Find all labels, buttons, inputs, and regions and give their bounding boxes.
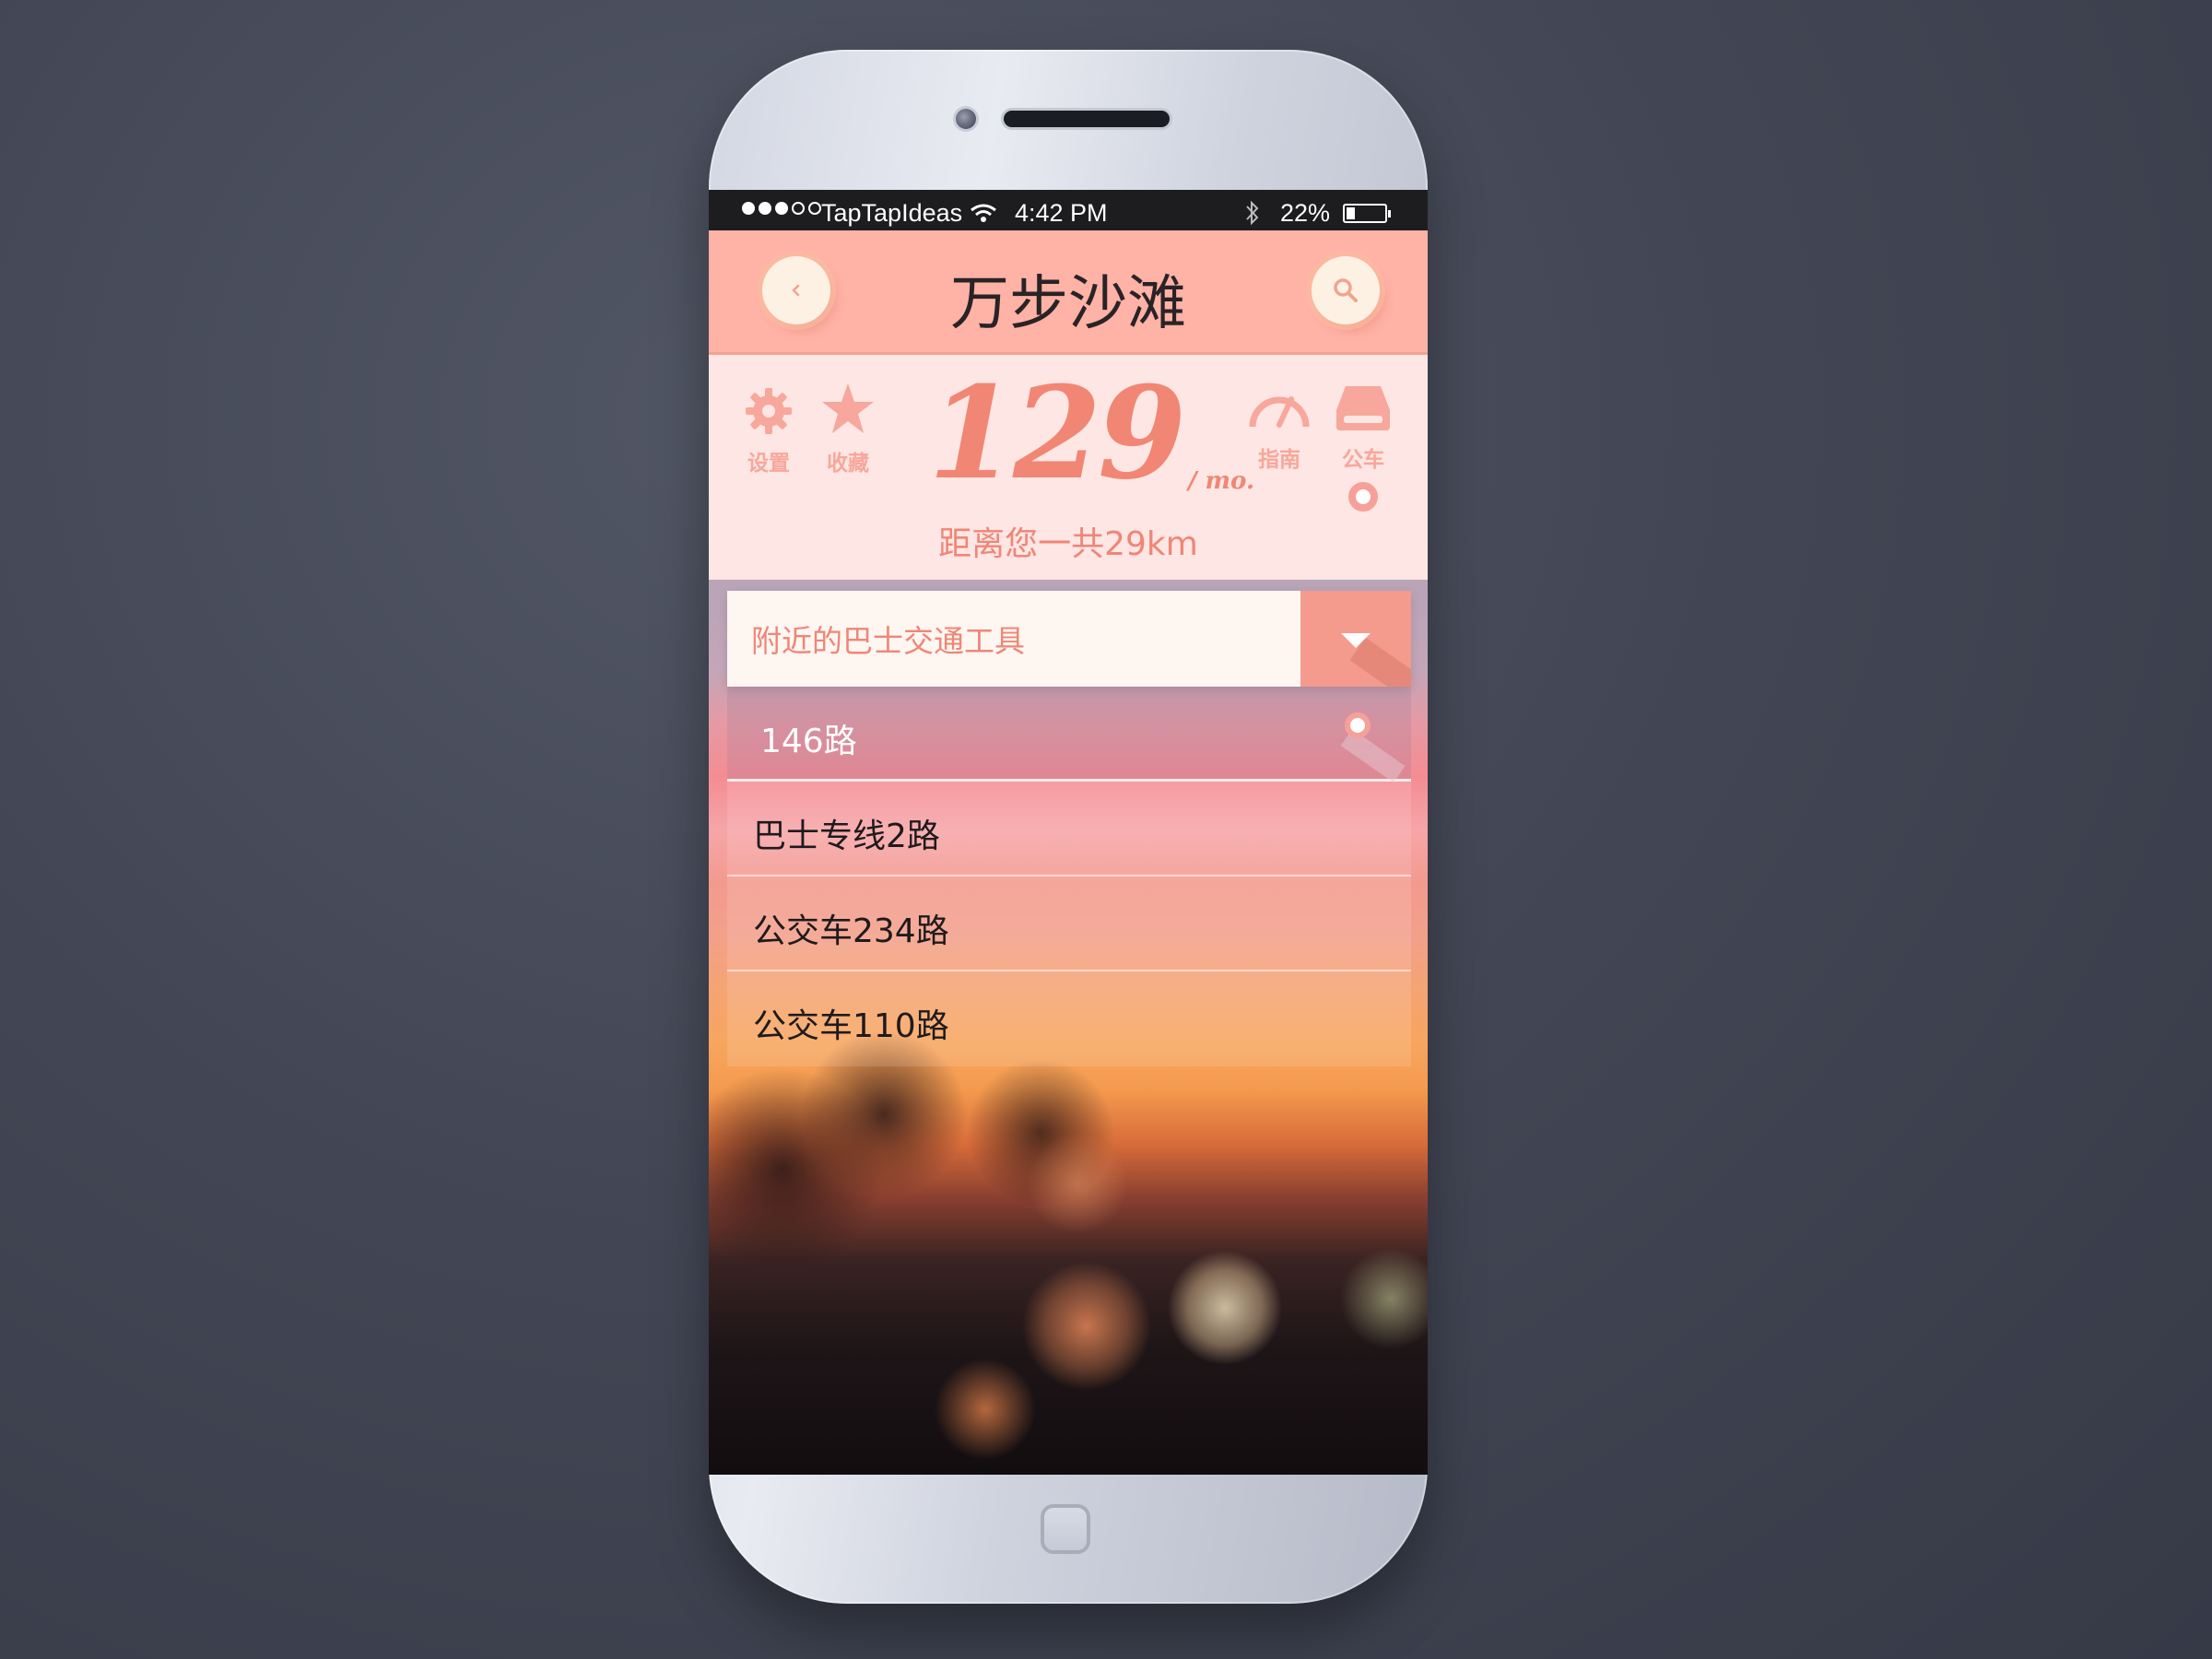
carrier-name: TapTapIdeas — [821, 199, 963, 227]
dropdown-toggle-button[interactable] — [1300, 591, 1411, 687]
distance-text: 距离您一共29km — [938, 525, 1198, 563]
route-list: 146路 巴士专线2路 公交车234路 公交车110路 — [727, 687, 1411, 1066]
battery-percentage: 22% — [1280, 199, 1331, 227]
star-icon — [822, 383, 874, 433]
front-camera — [956, 109, 976, 129]
favorites-label: 收藏 — [827, 452, 869, 476]
route-item-express-2[interactable]: 巴士专线2路 — [727, 782, 1411, 877]
selected-location-icon — [1345, 712, 1371, 738]
settings-label: 设置 — [747, 452, 790, 476]
battery-fill — [1347, 207, 1355, 219]
route-label: 巴士专线2路 — [753, 818, 940, 855]
dropdown-label: 附近的巴士交通工具 — [751, 623, 1025, 659]
phone-screen: TapTapIdeas 4:42 PM 22% 万步沙滩 设置 收藏 129 /… — [709, 190, 1428, 1475]
earpiece-speaker — [1004, 111, 1170, 127]
signal-dot — [742, 202, 755, 215]
speedometer-icon — [1249, 396, 1310, 428]
battery-icon — [1343, 204, 1391, 223]
route-item-bus-234[interactable]: 公交车234路 — [727, 877, 1411, 971]
gear-icon — [746, 388, 792, 434]
wifi-icon — [971, 204, 996, 222]
bus-icon — [1336, 386, 1390, 430]
triangle-down-icon — [1341, 633, 1371, 648]
guide-label: 指南 — [1258, 448, 1300, 472]
stat-unit: / mo. — [1188, 467, 1254, 495]
stats-panel: 设置 收藏 129 / mo. 指南 公车 距离您一共29km — [709, 355, 1428, 580]
status-bar: TapTapIdeas 4:42 PM 22% — [709, 190, 1428, 230]
battery-nub — [1388, 210, 1391, 218]
navigation-bar: 万步沙滩 — [709, 230, 1428, 355]
signal-dot — [808, 202, 821, 215]
transport-dropdown[interactable]: 附近的巴士交通工具 — [727, 591, 1411, 687]
settings-button[interactable]: 设置 — [740, 384, 797, 477]
signal-strength-icon — [742, 202, 821, 215]
location-pin-icon — [1348, 482, 1378, 512]
favorites-button[interactable]: 收藏 — [819, 381, 877, 477]
search-icon — [1334, 278, 1358, 302]
signal-dot — [759, 202, 771, 215]
bluetooth-icon — [1246, 200, 1259, 226]
home-button[interactable] — [1041, 1504, 1090, 1554]
bus-button[interactable]: 公车 — [1332, 382, 1394, 515]
signal-dot — [792, 202, 805, 215]
bus-label: 公车 — [1342, 448, 1384, 472]
search-button[interactable] — [1312, 256, 1380, 324]
status-time: 4:42 PM — [1015, 199, 1108, 227]
guide-button[interactable]: 指南 — [1247, 382, 1312, 473]
route-item-146[interactable]: 146路 — [727, 687, 1411, 783]
route-label: 公交车110路 — [753, 1007, 949, 1045]
pin-long-shadow — [1340, 728, 1406, 783]
route-item-bus-110[interactable]: 公交车110路 — [727, 971, 1411, 1066]
route-label: 146路 — [760, 723, 857, 760]
stat-value: 129 — [928, 358, 1186, 508]
signal-dot — [775, 202, 788, 215]
route-label: 公交车234路 — [753, 912, 949, 950]
